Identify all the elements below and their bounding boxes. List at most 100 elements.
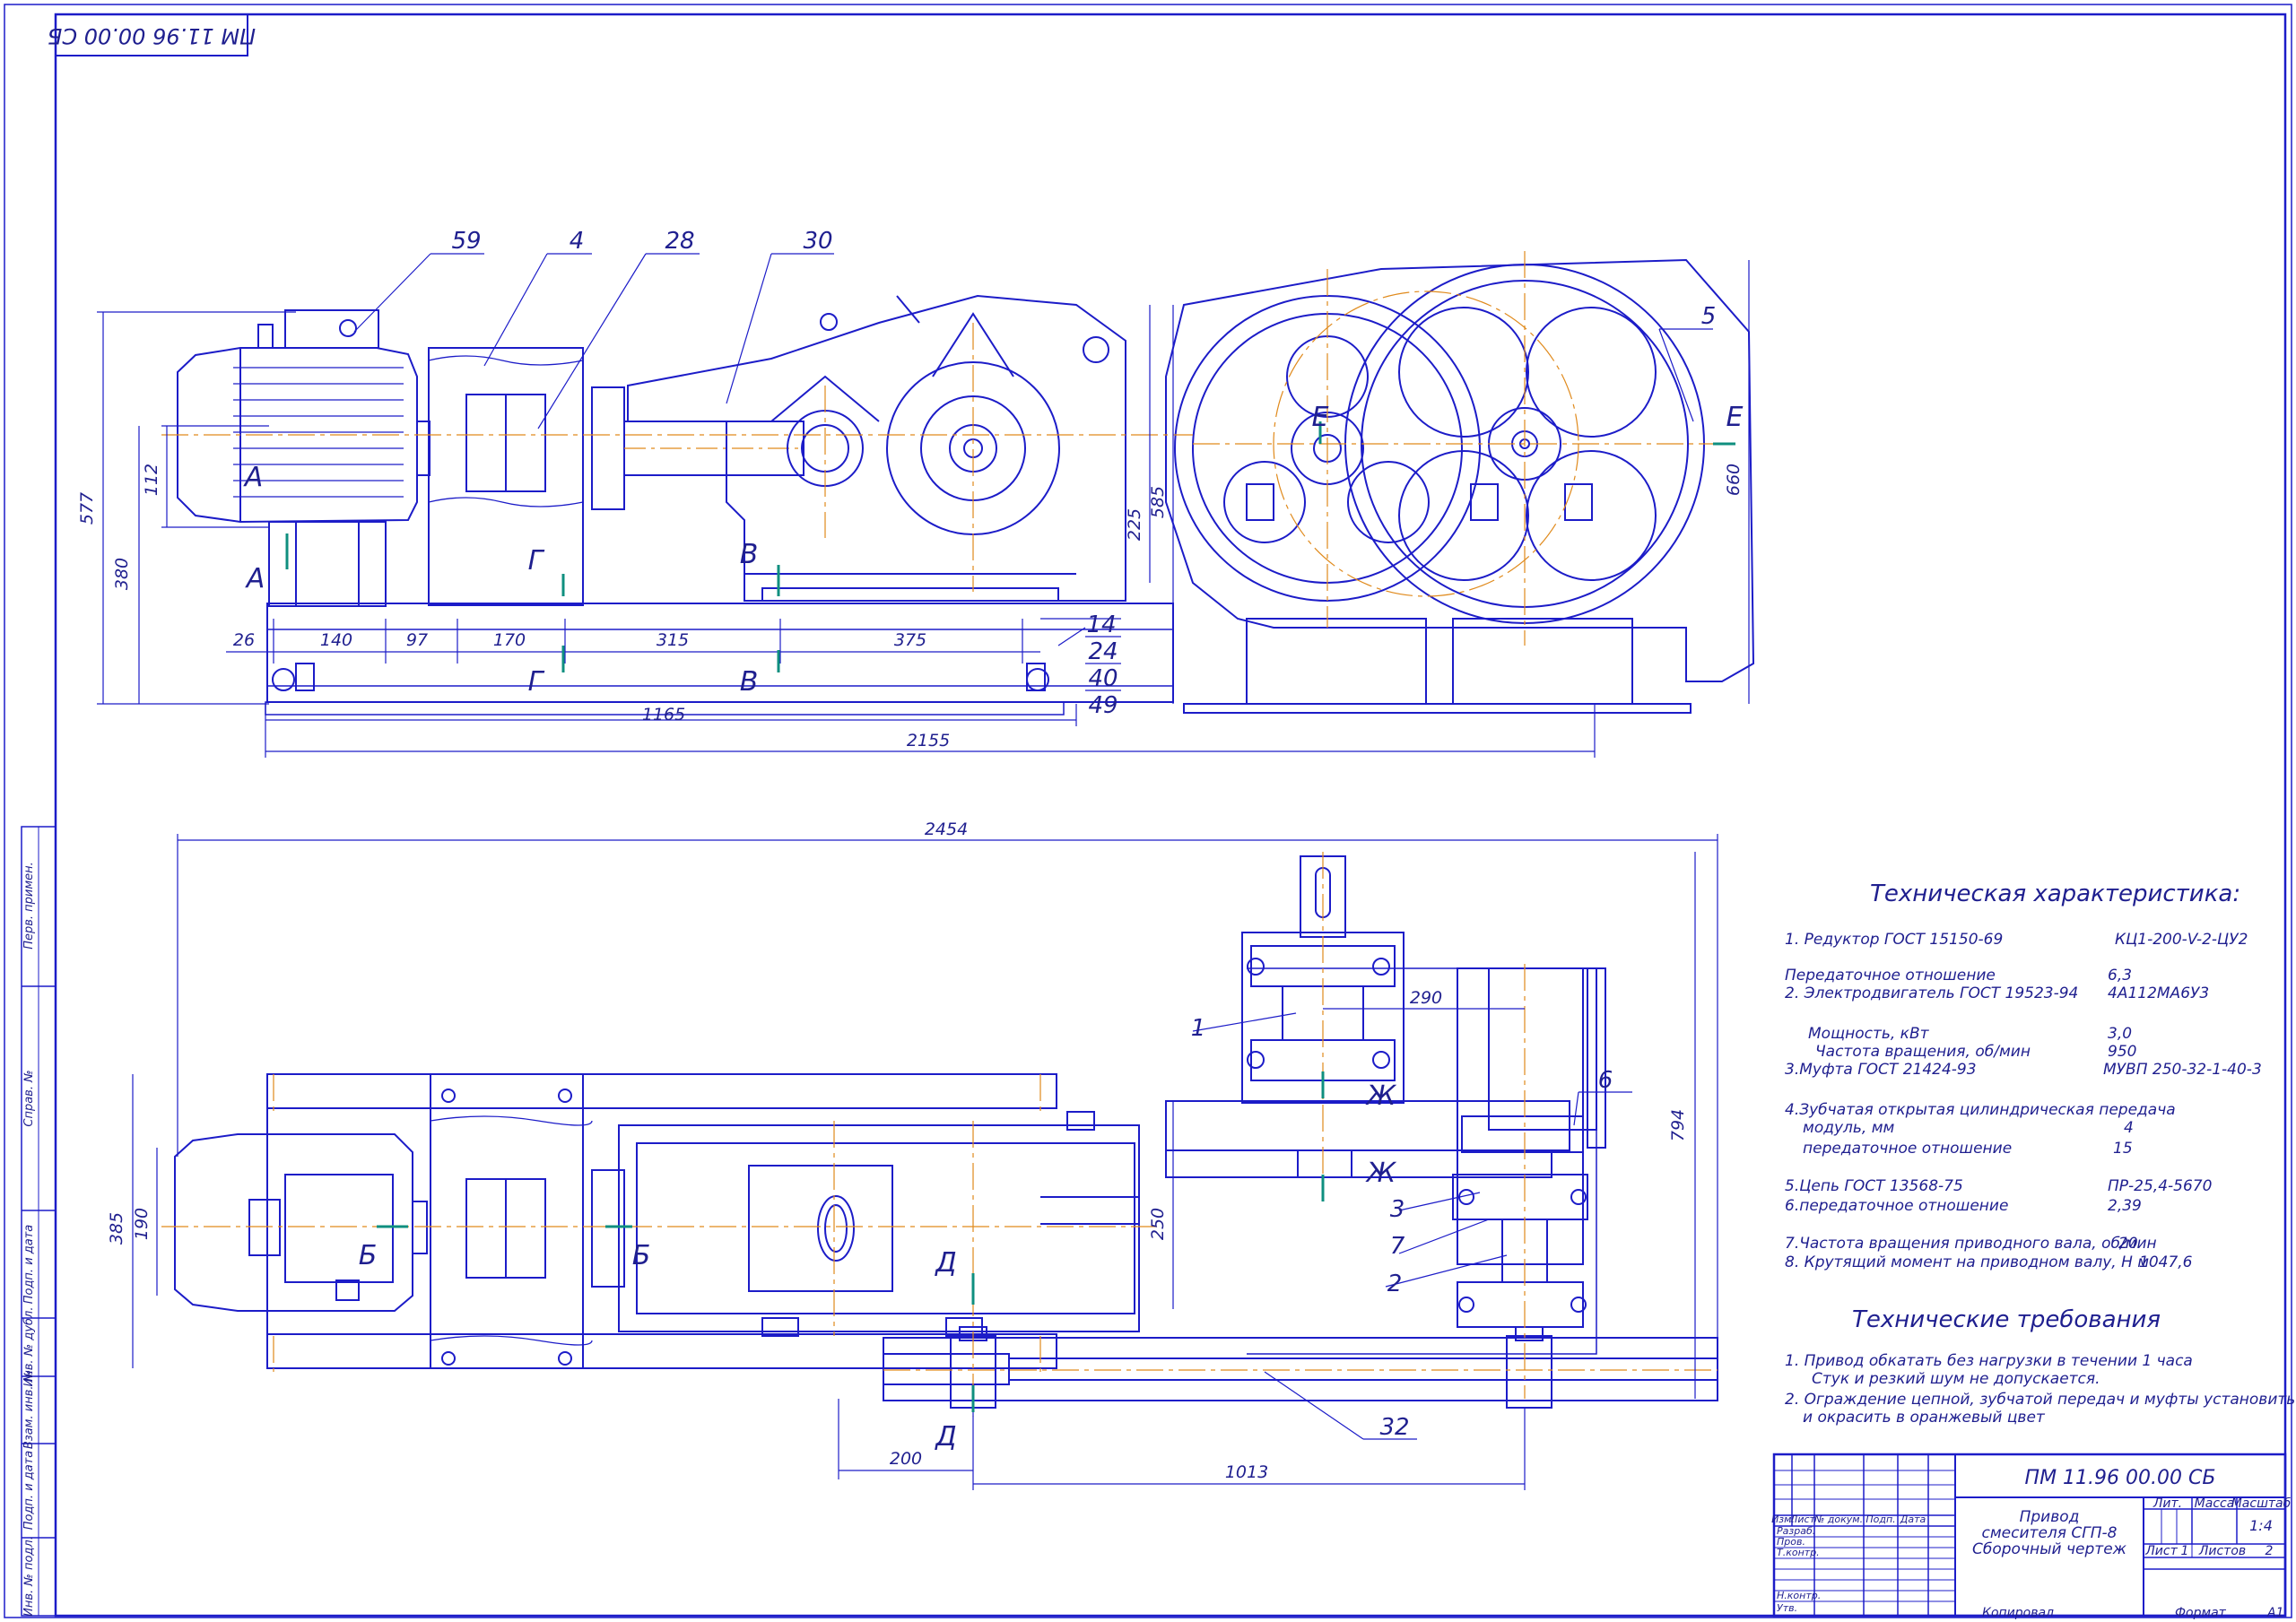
- change-col-list: Лист: [1789, 1514, 1815, 1525]
- sheet-label: Лист: [2144, 1544, 2178, 1558]
- dim-577: 577: [77, 492, 97, 525]
- mass-label: Масса: [2195, 1496, 2235, 1511]
- part-32: 32: [1379, 1414, 1409, 1441]
- part-14: 14: [1086, 612, 1116, 638]
- spec-label-8: модуль, мм: [1803, 1119, 1895, 1137]
- tech-req-line-2: Стук и резкий шум не допускается.: [1812, 1370, 2100, 1388]
- spec-label-10: 5.Цепь ГОСТ 13568-75: [1785, 1177, 1963, 1195]
- side-stamp-replaces-inv: Взам. инв. №: [22, 1370, 36, 1449]
- scale-value: 1:4: [2249, 1517, 2273, 1534]
- dim-2155: 2155: [907, 731, 950, 750]
- dim-200: 200: [890, 1449, 922, 1469]
- role-approved: Утв.: [1777, 1602, 1797, 1614]
- title-line-3: Сборочный чертеж: [1972, 1540, 2127, 1558]
- spec-value-1: КЦ1-200-V-2-ЦУ2: [2115, 931, 2248, 949]
- section-V-lower: В: [740, 666, 759, 698]
- tech-req-line-3: 2. Ограждение цепной, зубчатой передач и…: [1785, 1391, 2295, 1409]
- spec-label-5: Частота вращения, об/мин: [1815, 1043, 2031, 1061]
- spec-label-1: 1. Редуктор ГОСТ 15150-69: [1785, 931, 2003, 949]
- dim-585: 585: [1148, 486, 1168, 518]
- section-Zh-lower: Ж: [1365, 1158, 1397, 1189]
- dim-140: 140: [320, 630, 352, 650]
- spec-label-13: 8. Крутящий момент на приводном валу, Н …: [1785, 1253, 2149, 1271]
- spec-value-12: 20: [2118, 1235, 2138, 1253]
- change-col-doc: № докум.: [1813, 1514, 1863, 1525]
- rotated-doc-code: ПМ 11.96 00.00 СБ: [48, 23, 256, 48]
- title-line-1: Привод: [2020, 1508, 2080, 1526]
- part-5: 5: [1701, 303, 1717, 330]
- section-D-upper: Д: [934, 1247, 956, 1279]
- spec-value-2: 6,3: [2108, 967, 2132, 984]
- dim-225: 225: [1125, 508, 1144, 541]
- assembly-drawing-sheet: ПМ 11.96 00.00 СБ Перв. примен. Справ. №…: [0, 0, 2296, 1622]
- format-value: А1: [2266, 1606, 2283, 1620]
- spec-value-6: МУВП 250-32-1-40-3: [2103, 1061, 2262, 1079]
- section-B-left: Б: [359, 1240, 378, 1271]
- dim-380: 380: [112, 558, 132, 590]
- sheets-value: 2: [2266, 1544, 2274, 1558]
- spec-label-12: 7.Частота вращения приводного вала, об/м…: [1785, 1235, 2157, 1253]
- part-28: 28: [665, 228, 694, 255]
- dim-190: 190: [132, 1208, 152, 1240]
- dim-385: 385: [107, 1212, 126, 1245]
- dim-170: 170: [493, 630, 526, 650]
- side-stamp-ref-no: Справ. №: [22, 1070, 36, 1126]
- dim-1013: 1013: [1225, 1462, 1268, 1482]
- section-A-upper: А: [243, 462, 264, 493]
- dim-290: 290: [1410, 988, 1442, 1008]
- side-stamp-sign-date-2: Подп. и дата: [22, 1451, 36, 1531]
- part-24: 24: [1088, 638, 1118, 665]
- litera-label: Лит.: [2152, 1496, 2182, 1511]
- spec-value-9: 15: [2113, 1140, 2133, 1158]
- dim-375: 375: [894, 630, 926, 650]
- section-G-upper: Г: [528, 545, 545, 577]
- spec-value-3: 4А112МА6У3: [2108, 984, 2209, 1002]
- sheet-value: 1: [2181, 1544, 2189, 1558]
- spec-value-13: 1047,6: [2139, 1253, 2193, 1271]
- copied-label: Копировал: [1982, 1606, 2054, 1620]
- section-E-right: Е: [1726, 402, 1744, 433]
- section-D-lower: Д: [934, 1421, 956, 1453]
- part-7: 7: [1390, 1233, 1405, 1260]
- spec-label-4: Мощность, кВт: [1808, 1025, 1930, 1043]
- spec-label-11: 6.передаточное отношение: [1785, 1197, 2008, 1215]
- part-1: 1: [1191, 1015, 1206, 1042]
- section-E-left: Е: [1312, 402, 1329, 433]
- section-V-upper: В: [740, 539, 759, 570]
- part-2: 2: [1387, 1271, 1403, 1297]
- section-B-right: Б: [632, 1240, 651, 1271]
- section-A-lower: А: [245, 563, 265, 594]
- spec-label-6: 3.Муфта ГОСТ 21424-93: [1785, 1061, 1977, 1079]
- role-tech-control: Т.контр.: [1777, 1547, 1820, 1558]
- tech-req-line-1: 1. Привод обкатать без нагрузки в течени…: [1785, 1352, 2193, 1370]
- dim-315: 315: [657, 630, 689, 650]
- title-line-2: смесителя СГП-8: [1982, 1524, 2118, 1542]
- dim-250: 250: [1148, 1208, 1168, 1240]
- dim-97: 97: [406, 630, 428, 650]
- part-6: 6: [1598, 1067, 1613, 1094]
- scale-label: Масштаб: [2231, 1496, 2292, 1511]
- spec-value-10: ПР-25,4-5670: [2108, 1177, 2212, 1195]
- part-30: 30: [803, 228, 832, 255]
- tech-req-line-4: и окрасить в оранжевый цвет: [1803, 1409, 2046, 1427]
- part-4: 4: [570, 228, 585, 255]
- dim-794: 794: [1668, 1109, 1688, 1141]
- change-col-date: Дата: [1900, 1514, 1926, 1525]
- section-G-lower: Г: [528, 666, 545, 698]
- dim-26: 26: [233, 630, 255, 650]
- tech-requirements-title: Технические требования: [1852, 1306, 2161, 1333]
- dim-2454: 2454: [925, 820, 968, 839]
- dim-1165: 1165: [642, 705, 685, 724]
- spec-label-9: передаточное отношение: [1803, 1140, 2012, 1158]
- change-col-sign: Подп.: [1866, 1514, 1895, 1525]
- dim-660: 660: [1724, 464, 1744, 496]
- spec-value-11: 2,39: [2108, 1197, 2142, 1215]
- part-59: 59: [451, 228, 481, 255]
- part-3: 3: [1390, 1196, 1405, 1223]
- format-label: Формат: [2175, 1606, 2227, 1620]
- side-stamp-sign-date-1: Подп. и дата: [22, 1225, 36, 1305]
- spec-label-3: 2. Электродвигатель ГОСТ 19523-94: [1785, 984, 2078, 1002]
- spec-value-5: 950: [2108, 1043, 2136, 1061]
- section-Zh-upper: Ж: [1365, 1080, 1397, 1112]
- spec-label-7: 4.Зубчатая открытая цилиндрическая перед…: [1785, 1101, 2176, 1119]
